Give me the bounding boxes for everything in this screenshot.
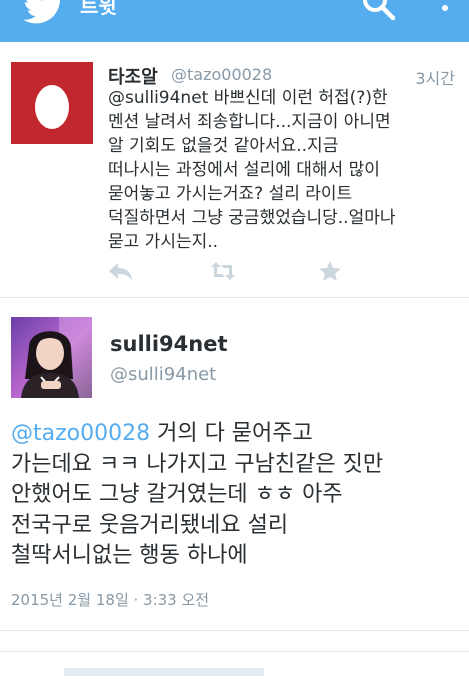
avatar[interactable] (11, 317, 92, 398)
retweet-icon[interactable] (210, 260, 236, 282)
mention-link[interactable]: @sulli94net (108, 88, 208, 108)
author-name[interactable]: sulli94net (110, 332, 228, 356)
tweet-text-line: @tazo00028 거의 다 묻어주고 (11, 421, 313, 446)
profile-photo (11, 317, 92, 398)
tweet-text-line: 떠나시는 과정에서 설리에 대해서 많이 (108, 160, 380, 180)
favorite-icon[interactable] (317, 260, 343, 282)
app-bar: 트윗 (0, 0, 469, 42)
tweet-text-line: 가는데요 ㅋㅋ 나가지고 구남친같은 짓만 (11, 451, 384, 477)
main-tweet: sulli94net @sulli94net @tazo00028 거의 다 묻… (0, 299, 469, 631)
reply-icon[interactable] (108, 260, 134, 282)
tweet-text-line: 철딱서니없는 행동 하나에 (11, 543, 248, 568)
author-handle[interactable]: @tazo00028 (171, 65, 272, 84)
next-section (0, 651, 469, 679)
tweet-text-line: 덕질하면서 그냥 궁금했었습니당..얼마나 (108, 208, 396, 228)
tweet-text-line: 멘션 날려서 죄송합니다...지금이 아니면 (108, 112, 391, 132)
twitter-bird-icon[interactable] (22, 0, 66, 24)
mention-link[interactable]: @tazo00028 (11, 421, 150, 446)
tweet-text-line: 알 기회도 없을것 같아서요..지금 (108, 136, 339, 156)
tweet-text-line: 묻고 가시는지.. (108, 232, 219, 252)
egg-avatar[interactable] (11, 62, 93, 144)
appbar-title: 트윗 (80, 0, 117, 18)
tweet-text-line: 안했어도 그냥 갈거였는데 ㅎㅎ 아주 (11, 482, 343, 507)
search-icon[interactable] (362, 0, 396, 22)
more-vertical-icon[interactable] (438, 0, 452, 20)
egg-icon (35, 85, 69, 129)
author-handle[interactable]: @sulli94net (110, 364, 216, 385)
cut-off-content (64, 668, 264, 676)
tweet-date: 2015년 2월 18일 · 3:33 오전 (11, 591, 210, 609)
tweet-text: @tazo00028 거의 다 묻어주고 가는데요 ㅋㅋ 나가지고 구남친같은 … (11, 419, 461, 572)
tweet-text: @sulli94net 바쁘신데 이런 허접(?)한 멘션 날려서 죄송합니다.… (108, 86, 460, 254)
tweet-text-line: 전국구로 웃음거리됐네요 설리 (11, 512, 289, 538)
tweet-actions (108, 260, 348, 284)
tweet-text-line: @sulli94net 바쁘신데 이런 허접(?)한 (108, 88, 388, 108)
in-reply-to-tweet[interactable]: 타조알 @tazo00028 3시간 @sulli94net 바쁘신데 이런 허… (0, 42, 469, 298)
tweet-text-line: 묻어놓고 가시는거죠? 설리 라이트 (108, 184, 353, 204)
